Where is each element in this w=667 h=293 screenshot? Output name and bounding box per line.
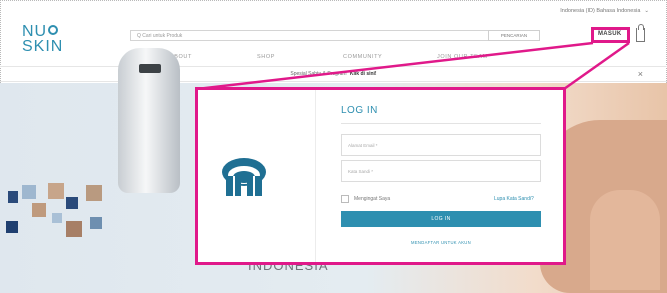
model-hand-image bbox=[590, 190, 660, 290]
login-title: LOG IN bbox=[341, 105, 378, 116]
nav-item-join[interactable]: JOIN OUR TEAM bbox=[437, 54, 488, 60]
portrait-tile bbox=[86, 185, 102, 201]
email-field[interactable]: Alamat Email * bbox=[341, 134, 541, 156]
locale-label: Indonesia (ID) Bahasa Indonesia bbox=[560, 8, 641, 14]
search-button[interactable]: PENCARIAN bbox=[488, 30, 540, 41]
search-input[interactable]: Q Cari untuk Produk bbox=[130, 30, 540, 41]
decor-square bbox=[22, 185, 36, 199]
decor-square bbox=[90, 217, 102, 229]
shopping-bag-icon[interactable] bbox=[636, 24, 645, 42]
title-divider bbox=[341, 123, 541, 124]
promo-text: Spesial Sabtu & Program bbox=[290, 71, 347, 77]
device-display bbox=[139, 64, 161, 73]
login-link-highlight bbox=[591, 27, 630, 43]
password-placeholder: Kata Sandi * bbox=[348, 169, 374, 174]
nu-skin-emblem-icon bbox=[222, 158, 266, 196]
nav-item-community[interactable]: COMMUNITY bbox=[343, 54, 382, 60]
decor-square bbox=[8, 191, 18, 203]
decor-square bbox=[6, 221, 18, 233]
login-button[interactable]: LOG IN bbox=[341, 211, 541, 227]
close-icon[interactable]: × bbox=[638, 67, 643, 81]
modal-brand-panel bbox=[198, 90, 316, 262]
portrait-tile bbox=[48, 183, 64, 199]
decor-square bbox=[66, 197, 78, 209]
register-link[interactable]: MENDAFTAR UNTUK AKUN bbox=[341, 240, 541, 245]
chevron-down-icon: ⌄ bbox=[644, 8, 649, 14]
remember-me-checkbox[interactable] bbox=[341, 195, 349, 203]
remember-me-label[interactable]: Mengingat Saya bbox=[354, 196, 390, 202]
locale-selector[interactable]: Indonesia (ID) Bahasa Indonesia ⌄ bbox=[560, 8, 649, 14]
login-modal: LOG IN Alamat Email * Kata Sandi * Mengi… bbox=[195, 87, 566, 265]
portrait-tile bbox=[32, 203, 46, 217]
nav-item-shop[interactable]: SHOP bbox=[257, 54, 275, 60]
promo-bar: Spesial Sabtu & Program Klik di sini! × bbox=[0, 66, 667, 82]
email-placeholder: Alamat Email * bbox=[348, 143, 378, 148]
decor-square bbox=[52, 213, 62, 223]
search-placeholder: Q Cari untuk Produk bbox=[137, 32, 183, 39]
main-nav: ABOUT SHOP COMMUNITY JOIN OUR TEAM bbox=[0, 50, 667, 66]
logo-mark-icon bbox=[48, 25, 59, 35]
forgot-password-link[interactable]: Lupa Kata Sandi? bbox=[494, 196, 534, 202]
promo-link[interactable]: Klik di sini! bbox=[350, 71, 377, 77]
portrait-tile bbox=[66, 221, 82, 237]
password-field[interactable]: Kata Sandi * bbox=[341, 160, 541, 182]
